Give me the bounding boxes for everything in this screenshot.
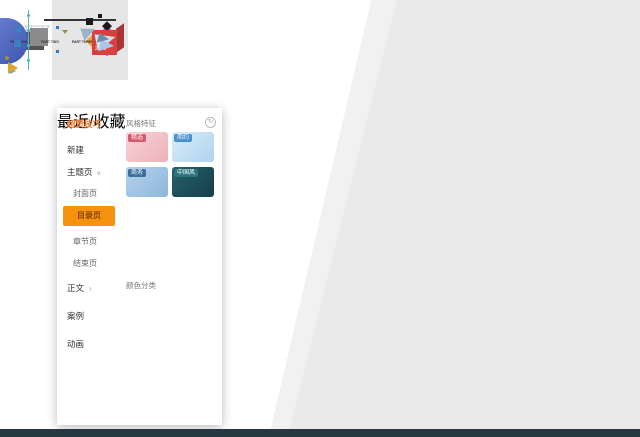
menu-item-cover-page[interactable]: 封面页 — [73, 188, 97, 199]
color-header: 颜色分类 — [126, 280, 156, 291]
style-tile-business[interactable]: 商务 — [126, 167, 168, 197]
style-tile-gradient[interactable]: 渐变 — [172, 202, 214, 232]
style-header: 风格特征 — [126, 118, 156, 129]
card8-black-square — [98, 14, 102, 18]
popup-header: 超赞技巧 — [67, 118, 101, 130]
taskbar — [0, 429, 640, 437]
style-tile-featured[interactable]: 精选 — [126, 132, 168, 162]
menu-item-body[interactable]: 正文 — [67, 282, 92, 294]
menu-item-section-page[interactable]: 章节页 — [73, 236, 97, 247]
menu-item-case[interactable]: 案例 — [67, 310, 84, 322]
menu-item-new[interactable]: 新建 — [67, 144, 84, 156]
wps-presentation-window: 文件 ▤ ⊞ ↶ ↷ ∨ 开始 插入 设计 切换 动画 幻灯片放映 审阅 视图 … — [0, 0, 640, 437]
menu-item-toc-page[interactable]: 目录页 — [63, 206, 115, 226]
menu-item-end-page[interactable]: 结束页 — [73, 258, 97, 269]
style-tile-simple[interactable]: 简约 — [172, 132, 214, 162]
style-tile-party[interactable]: 党政 — [126, 202, 168, 232]
card-part-label: PART THREE — [72, 40, 93, 44]
card-part-label: PART TWO — [41, 40, 59, 44]
card7-triangle — [8, 62, 18, 74]
new-slide-popup: 超赞技巧 新建 主题页 封面页 目录页 章节页 结束页 正文 案例 动画 风格特… — [57, 108, 222, 425]
style-tile-fresh[interactable]: 小清新 — [126, 237, 168, 267]
refresh-icon[interactable] — [205, 117, 216, 128]
menu-item-theme-page[interactable]: 主题页 — [67, 166, 101, 178]
menu-item-animation[interactable]: 动画 — [67, 338, 84, 350]
style-tile-cartoon[interactable]: 卡通 — [172, 237, 214, 267]
style-tile-chinese[interactable]: 中国风 — [172, 167, 214, 197]
card7-dot — [5, 56, 9, 60]
